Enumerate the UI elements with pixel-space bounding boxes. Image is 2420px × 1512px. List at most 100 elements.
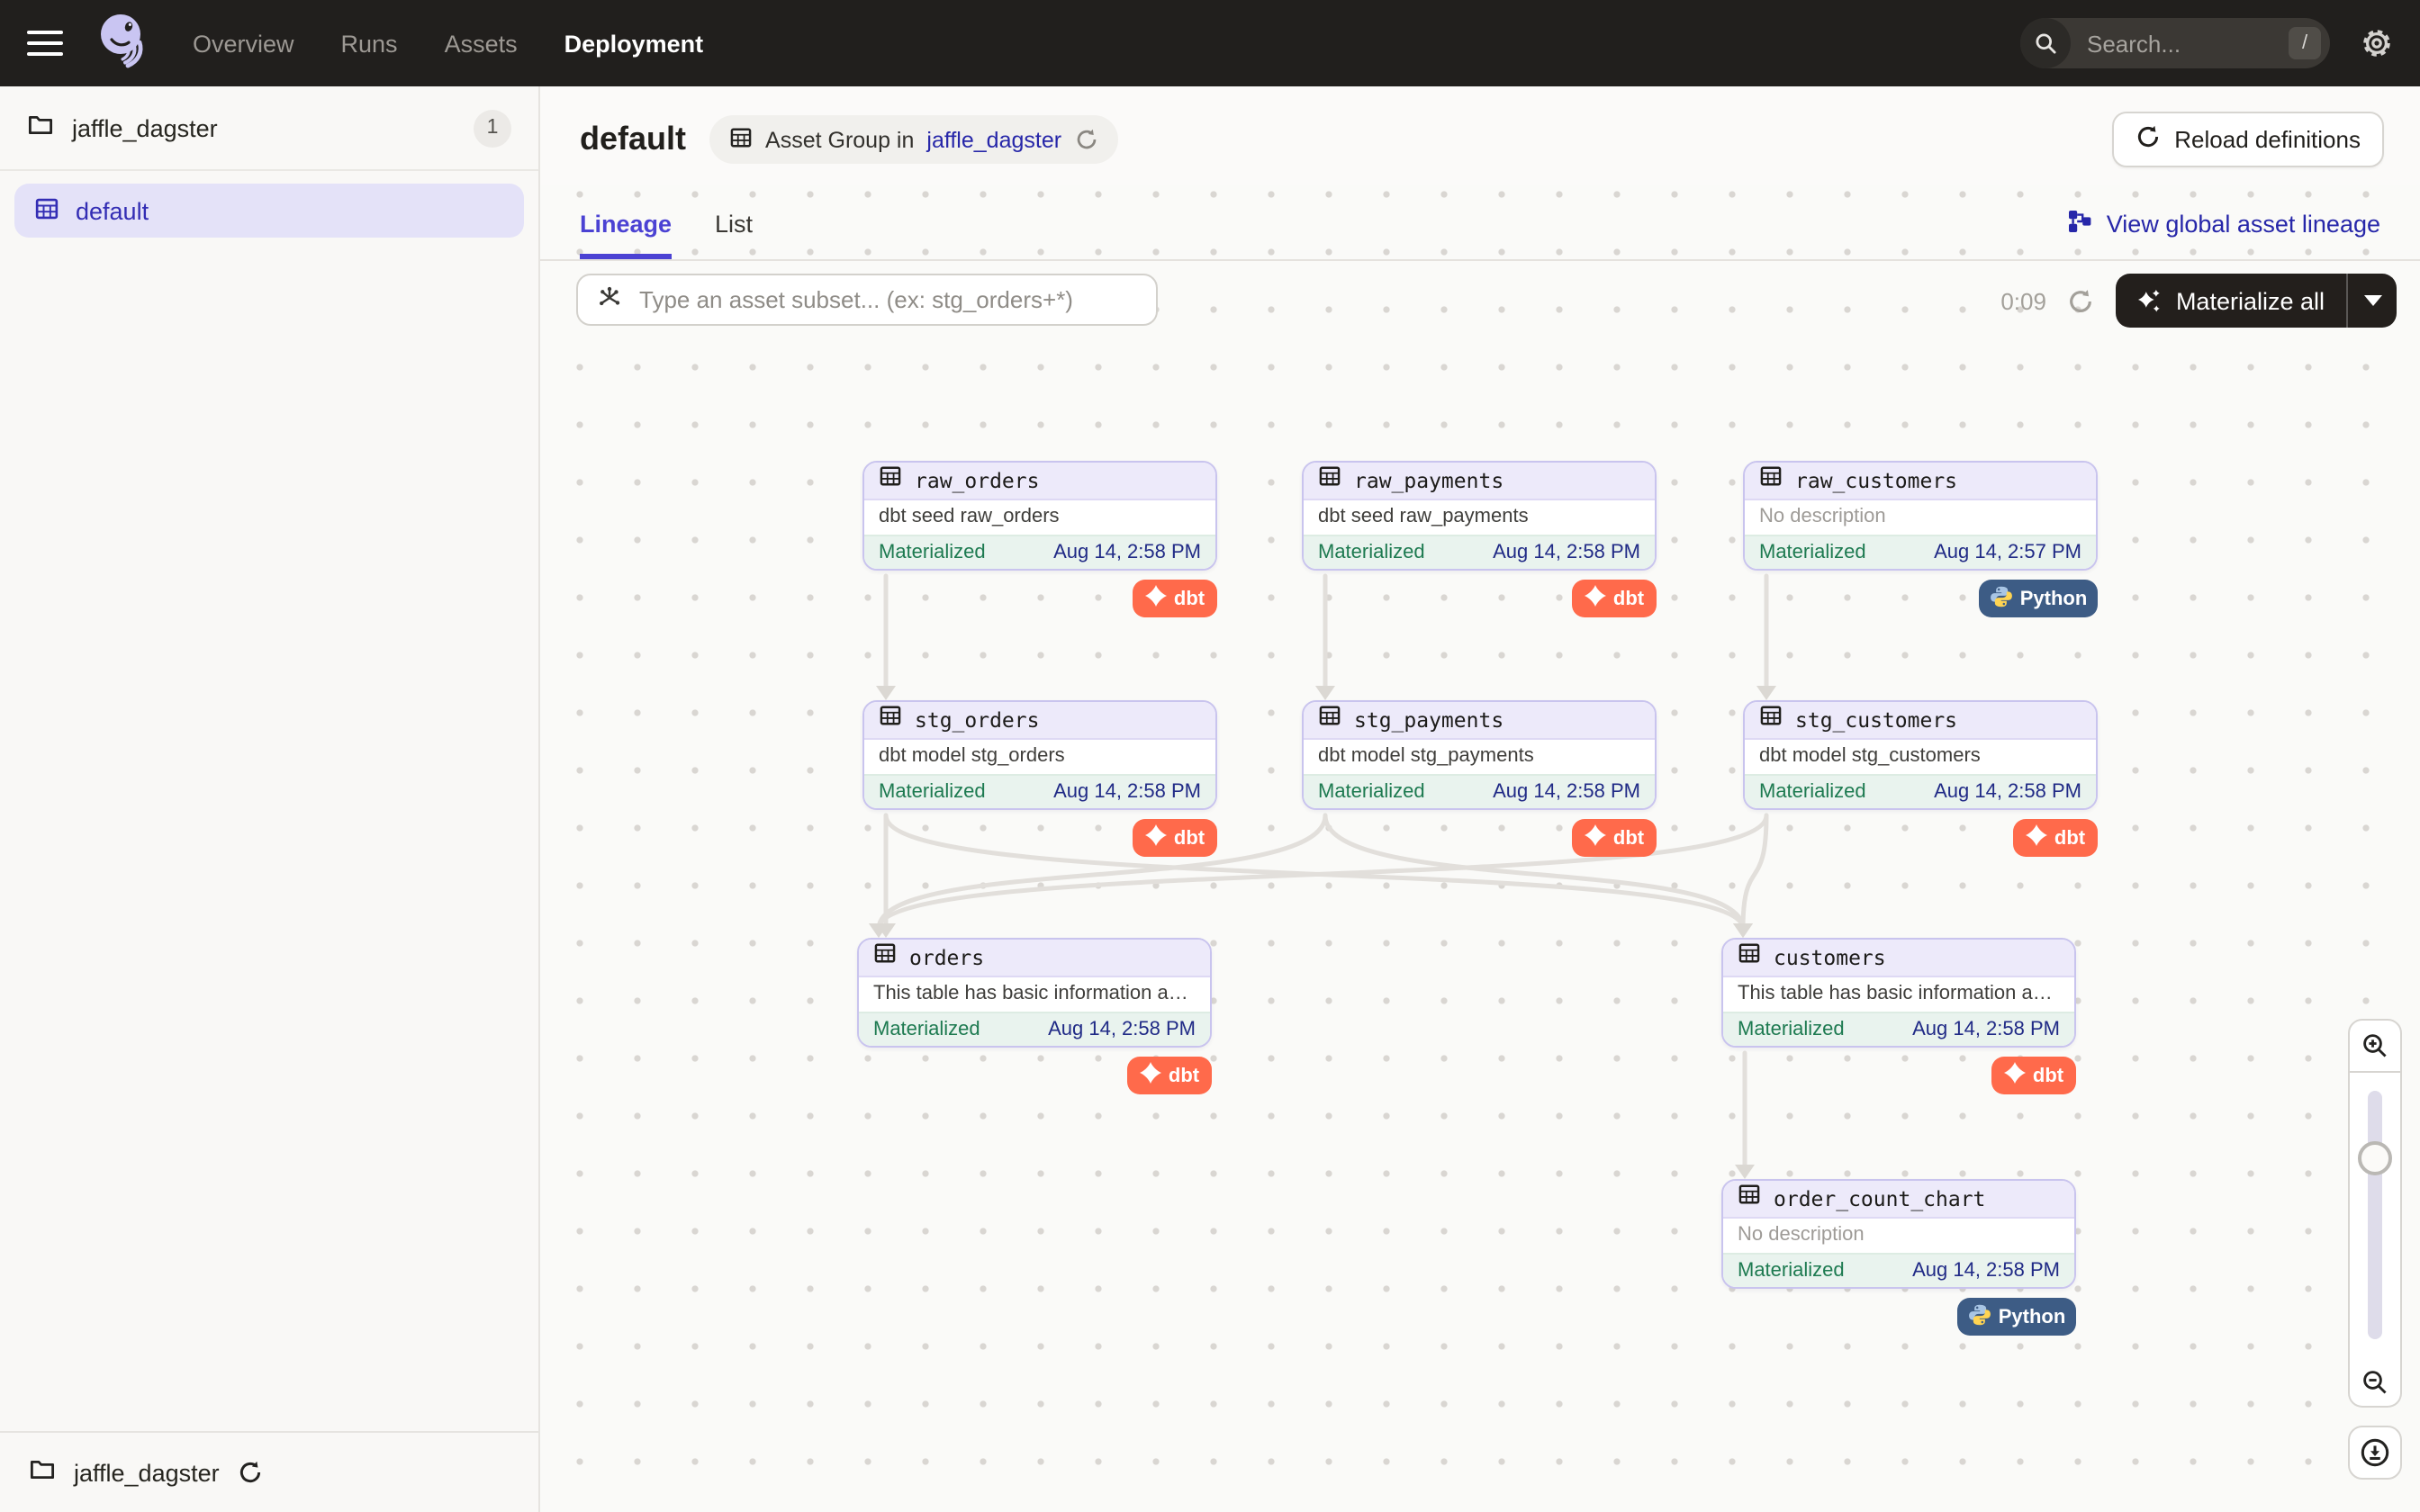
table-icon	[1738, 941, 1761, 974]
asset-node-orders[interactable]: ordersThis table has basic information a…	[857, 938, 1212, 1048]
tab-list[interactable]: List	[715, 211, 753, 259]
dropdown-caret-icon[interactable]	[2348, 295, 2397, 306]
asset-description: dbt model stg_orders	[864, 740, 1215, 774]
asset-timestamp: Aug 14, 2:58 PM	[1912, 1260, 2060, 1282]
asset-group-icon	[34, 195, 59, 226]
python-badge: Python	[1957, 1298, 2076, 1336]
asset-name: raw_orders	[915, 468, 1040, 493]
folder-icon	[29, 1456, 56, 1489]
asset-node-raw_payments[interactable]: raw_paymentsdbt seed raw_paymentsMateria…	[1302, 461, 1657, 571]
folder-icon	[27, 112, 54, 144]
asset-timestamp: Aug 14, 2:58 PM	[1053, 542, 1201, 563]
python-icon	[1990, 584, 2013, 613]
asset-node-order_count_chart[interactable]: order_count_chart No description Materiali…	[1721, 1179, 2076, 1289]
sidebar: jaffle_dagster 1 default jaffle_dagster	[0, 86, 540, 1512]
nav-item-deployment[interactable]: Deployment	[564, 30, 704, 57]
sidebar-footer: jaffle_dagster	[0, 1431, 538, 1512]
asset-status: Materialized	[1738, 1019, 1845, 1040]
asset-status: Materialized	[1318, 781, 1425, 803]
refresh-icon[interactable]	[238, 1460, 263, 1485]
dbt-badge: dbt	[2013, 819, 2098, 857]
view-global-asset-lineage-link[interactable]: View global asset lineage	[2067, 209, 2380, 259]
asset-node-raw_customers[interactable]: raw_customersNo descriptionMaterializedA…	[1743, 461, 2098, 571]
asset-name: stg_customers	[1795, 707, 1957, 733]
chip-prefix: Asset Group in	[765, 127, 914, 152]
asset-node-customers[interactable]: customersThis table has basic informatio…	[1721, 938, 2076, 1048]
dagster-app: Overview Runs Assets Deployment Search..…	[0, 0, 2420, 1512]
asset-description: No description	[1723, 1219, 2074, 1253]
asset-status: Materialized	[879, 781, 986, 803]
page-header: default Asset Group in jaffle_dagster	[540, 86, 2420, 185]
group-label: default	[76, 197, 149, 224]
refresh-icon[interactable]	[2068, 287, 2095, 314]
sidebar-item-jaffle-dagster[interactable]: jaffle_dagster 1	[0, 86, 538, 171]
dbt-badge: dbt	[1572, 819, 1657, 857]
asset-timestamp: Aug 14, 2:58 PM	[1048, 1019, 1196, 1040]
zoom-controls	[2348, 1019, 2402, 1480]
asset-description: dbt seed raw_payments	[1304, 500, 1655, 535]
search-placeholder: Search...	[2087, 30, 2272, 57]
hamburger-icon[interactable]	[27, 23, 67, 63]
asset-node-raw_orders[interactable]: raw_ordersdbt seed raw_ordersMaterialize…	[862, 461, 1217, 571]
global-lineage-label: View global asset lineage	[2107, 211, 2380, 238]
nav-item-overview[interactable]: Overview	[193, 30, 294, 57]
table-icon	[873, 941, 897, 974]
asset-status: Materialized	[1738, 1260, 1845, 1282]
dbt-icon	[1140, 1062, 1161, 1089]
asset-description: dbt model stg_customers	[1745, 740, 2096, 774]
asset-timestamp: Aug 14, 2:58 PM	[1934, 781, 2081, 803]
asset-name: raw_payments	[1354, 468, 1503, 493]
sidebar-item-default-group[interactable]: default	[14, 184, 524, 238]
refresh-icon[interactable]	[1074, 128, 1097, 151]
search-icon	[2020, 18, 2071, 68]
asset-subset-icon	[596, 284, 623, 316]
materialize-all-label: Materialize all	[2163, 287, 2325, 314]
table-icon	[1318, 704, 1341, 736]
zoom-slider[interactable]	[2348, 1073, 2402, 1357]
asset-filter-input[interactable]: Type an asset subset... (ex: stg_orders+…	[576, 274, 1158, 326]
table-icon	[1759, 704, 1783, 736]
asset-status: Materialized	[1759, 542, 1866, 563]
repo-label: jaffle_dagster	[72, 114, 218, 141]
zoom-in-button[interactable]	[2348, 1019, 2402, 1073]
dbt-icon	[1585, 824, 1606, 851]
download-image-button[interactable]	[2348, 1426, 2402, 1480]
primary-nav: Overview Runs Assets Deployment	[193, 30, 703, 57]
refresh-timer: 0:09	[2000, 287, 2046, 314]
search-input[interactable]: Search... /	[2020, 18, 2330, 68]
nav-item-runs[interactable]: Runs	[341, 30, 398, 57]
asset-node-stg_payments[interactable]: stg_paymentsdbt model stg_paymentsMateri…	[1302, 700, 1657, 810]
refresh-icon	[2135, 124, 2160, 155]
table-icon	[1318, 464, 1341, 497]
asset-name: order_count_chart	[1774, 1186, 1985, 1211]
lineage-viewport[interactable]: raw_ordersdbt seed raw_ordersMaterialize…	[540, 261, 2420, 1512]
nav-item-assets[interactable]: Assets	[445, 30, 518, 57]
zoom-slider-handle[interactable]	[2358, 1141, 2392, 1175]
table-icon	[1759, 464, 1783, 497]
asset-status: Materialized	[879, 542, 986, 563]
reload-definitions-button[interactable]: Reload definitions	[2111, 112, 2384, 167]
asset-status: Materialized	[873, 1019, 980, 1040]
zoom-slider-track[interactable]	[2368, 1091, 2382, 1339]
materialize-all-button[interactable]: Materialize all	[2117, 274, 2397, 328]
asset-timestamp: Aug 14, 2:58 PM	[1053, 781, 1201, 803]
chip-repo-link[interactable]: jaffle_dagster	[926, 127, 1061, 152]
repo-count-badge: 1	[474, 109, 511, 147]
python-icon	[1968, 1302, 1991, 1331]
gear-icon[interactable]	[2361, 27, 2393, 59]
asset-timestamp: Aug 14, 2:58 PM	[1912, 1019, 2060, 1040]
dbt-badge: dbt	[1133, 580, 1217, 617]
asset-name: orders	[909, 945, 984, 970]
dbt-badge: dbt	[1572, 580, 1657, 617]
asset-name: customers	[1774, 945, 1886, 970]
asset-filter-placeholder: Type an asset subset... (ex: stg_orders+…	[639, 286, 1073, 313]
search-shortcut-key: /	[2289, 27, 2321, 59]
asset-node-stg_orders[interactable]: stg_ordersdbt model stg_ordersMaterializ…	[862, 700, 1217, 810]
asset-timestamp: Aug 14, 2:58 PM	[1493, 542, 1640, 563]
asset-node-stg_customers[interactable]: stg_customersdbt model stg_customersMate…	[1743, 700, 2098, 810]
dagster-logo-icon[interactable]	[92, 9, 153, 77]
asset-name: raw_customers	[1795, 468, 1957, 493]
tab-lineage[interactable]: Lineage	[580, 211, 672, 259]
python-badge: Python	[1979, 580, 2098, 617]
zoom-out-button[interactable]	[2348, 1357, 2402, 1408]
